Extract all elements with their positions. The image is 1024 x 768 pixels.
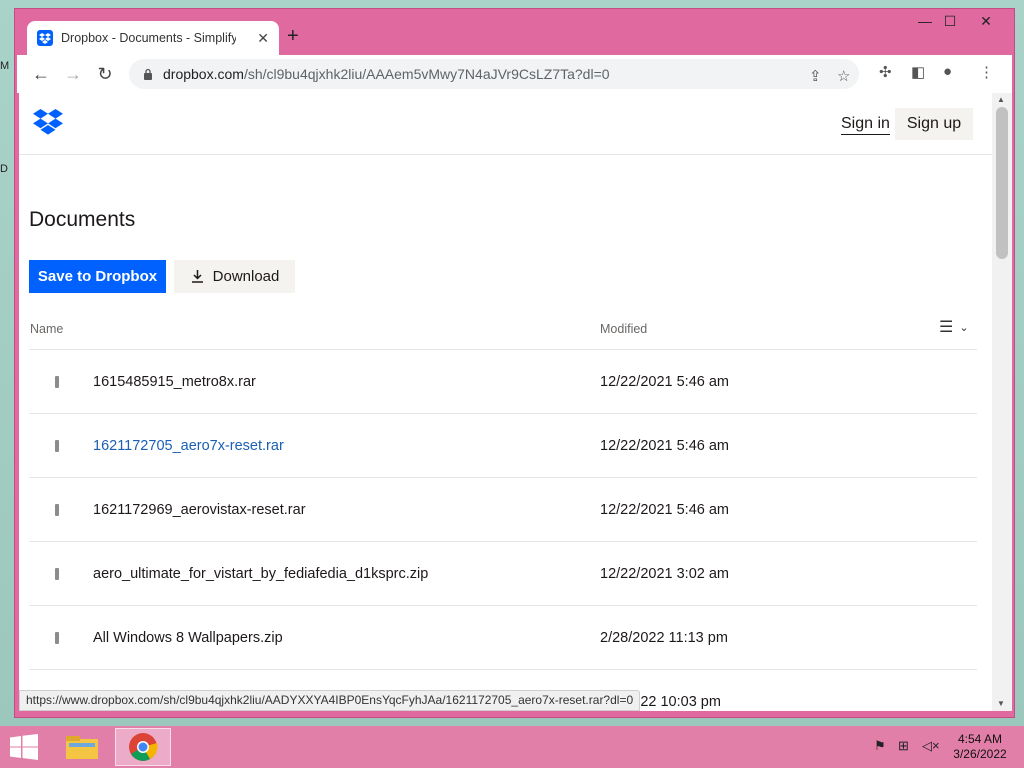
file-row[interactable]: 1621172969_aerovistax-reset.rar 12/22/20… — [29, 477, 977, 541]
zip-file-icon — [55, 504, 59, 516]
sign-in-link[interactable]: Sign in — [841, 115, 890, 135]
download-button[interactable]: Download — [174, 260, 295, 293]
forward-arrow-icon[interactable]: → — [57, 64, 89, 85]
maximize-button[interactable]: ☐ — [935, 13, 965, 30]
network-icon[interactable]: ⊞ — [898, 738, 909, 754]
scroll-up-icon[interactable]: ▲ — [997, 95, 1005, 104]
url-host: dropbox.com — [163, 66, 244, 82]
url-path: /sh/cl9bu4qjxhk2liu/AAAem5vMwy7N4aJVr9Cs… — [243, 66, 610, 82]
title-bar: Dropbox - Documents - Simplify ✕ + — ☐ ✕ — [15, 9, 1014, 55]
scroll-down-icon[interactable]: ▼ — [997, 699, 1005, 708]
file-list: 1615485915_metro8x.rar 12/22/2021 5:46 a… — [29, 349, 977, 711]
page-content: Sign in Sign up Documents Save to Dropbo… — [19, 93, 992, 711]
file-row[interactable]: All Windows 8 Wallpapers.zip 2/28/2022 1… — [29, 605, 977, 669]
address-bar[interactable]: dropbox.com/sh/cl9bu4qjxhk2liu/AAAem5vMw… — [129, 59, 859, 89]
new-tab-button[interactable]: + — [287, 26, 299, 46]
file-modified: 12/22/2021 5:46 am — [600, 438, 729, 454]
file-name[interactable]: 1621172705_aero7x-reset.rar — [93, 438, 284, 454]
zip-file-icon — [55, 376, 59, 388]
system-clock[interactable]: 4:54 AM 3/26/2022 — [950, 732, 1010, 762]
file-name[interactable]: 1621172969_aerovistax-reset.rar — [93, 502, 306, 518]
menu-kebab-icon[interactable]: ⋮ — [979, 63, 994, 81]
volume-muted-icon[interactable]: ◁× — [922, 738, 940, 754]
save-to-dropbox-button[interactable]: Save to Dropbox — [29, 260, 166, 293]
share-icon[interactable]: ⇪ — [809, 67, 822, 85]
chevron-down-icon: ⌄ — [959, 321, 969, 334]
clock-time: 4:54 AM — [957, 732, 1003, 746]
file-modified: 12/22/2021 5:46 am — [600, 502, 729, 518]
list-view-icon: ☰ — [939, 319, 954, 336]
download-icon — [191, 270, 203, 283]
browser-tab[interactable]: Dropbox - Documents - Simplify ✕ — [27, 21, 279, 55]
windows-start-icon[interactable] — [10, 734, 38, 760]
column-header-name[interactable]: Name — [30, 322, 63, 336]
browser-toolbar: ← → ↻ dropbox.com/sh/cl9bu4qjxhk2liu/AAA… — [17, 55, 1012, 93]
tab-title: Dropbox - Documents - Simplify — [61, 31, 236, 45]
desktop-icon-label: D — [0, 163, 8, 175]
scrollbar-thumb[interactable] — [996, 107, 1008, 259]
file-modified: 12/22/2021 5:46 am — [600, 374, 729, 390]
side-panel-icon[interactable]: ◧ — [911, 63, 925, 81]
file-modified: 2/28/2022 11:13 pm — [600, 630, 728, 646]
file-row[interactable]: 1621172705_aero7x-reset.rar 12/22/2021 5… — [29, 413, 977, 477]
profile-avatar-icon[interactable]: ● — [943, 63, 952, 80]
file-name[interactable]: 1615485915_metro8x.rar — [93, 374, 256, 390]
desktop-icon-label: M — [0, 60, 10, 72]
chrome-taskbar-icon[interactable] — [115, 728, 171, 766]
file-modified: 12/22/2021 3:02 am — [600, 566, 729, 582]
file-name[interactable]: aero_ultimate_for_vistart_by_fediafedia_… — [93, 566, 428, 582]
file-explorer-icon[interactable] — [54, 728, 110, 766]
download-label: Download — [212, 268, 280, 285]
clock-date: 3/26/2022 — [953, 747, 1007, 761]
file-row[interactable]: 1615485915_metro8x.rar 12/22/2021 5:46 a… — [29, 349, 977, 413]
page-title: Documents — [29, 208, 136, 231]
page-scrollbar[interactable]: ▲ ▼ — [992, 93, 1012, 711]
link-status-bar: https://www.dropbox.com/sh/cl9bu4qjxhk2l… — [19, 690, 641, 711]
browser-window: Dropbox - Documents - Simplify ✕ + — ☐ ✕… — [14, 8, 1015, 718]
column-header-modified[interactable]: Modified — [600, 322, 647, 336]
extensions-icon[interactable]: ✣ — [879, 63, 892, 81]
zip-file-icon — [55, 632, 59, 644]
file-name[interactable]: All Windows 8 Wallpapers.zip — [93, 630, 283, 646]
zip-file-icon — [55, 440, 59, 452]
back-arrow-icon[interactable]: ← — [25, 64, 57, 85]
view-options-button[interactable]: ☰ ⌄ — [939, 317, 969, 337]
zip-file-icon — [55, 568, 59, 580]
site-header: Sign in Sign up — [19, 93, 992, 155]
tab-close-icon[interactable]: ✕ — [257, 30, 269, 47]
taskbar: ⚑ ⊞ ◁× 4:54 AM 3/26/2022 — [0, 726, 1024, 768]
close-window-button[interactable]: ✕ — [971, 13, 1001, 30]
sign-up-button[interactable]: Sign up — [895, 108, 973, 140]
dropbox-favicon-icon — [37, 30, 53, 46]
action-center-flag-icon[interactable]: ⚑ — [874, 738, 886, 754]
file-row[interactable]: aero_ultimate_for_vistart_by_fediafedia_… — [29, 541, 977, 605]
reload-icon[interactable]: ↻ — [89, 64, 121, 85]
dropbox-logo-icon[interactable] — [33, 109, 63, 135]
lock-icon — [144, 68, 152, 80]
bookmark-star-icon[interactable]: ☆ — [837, 67, 850, 85]
